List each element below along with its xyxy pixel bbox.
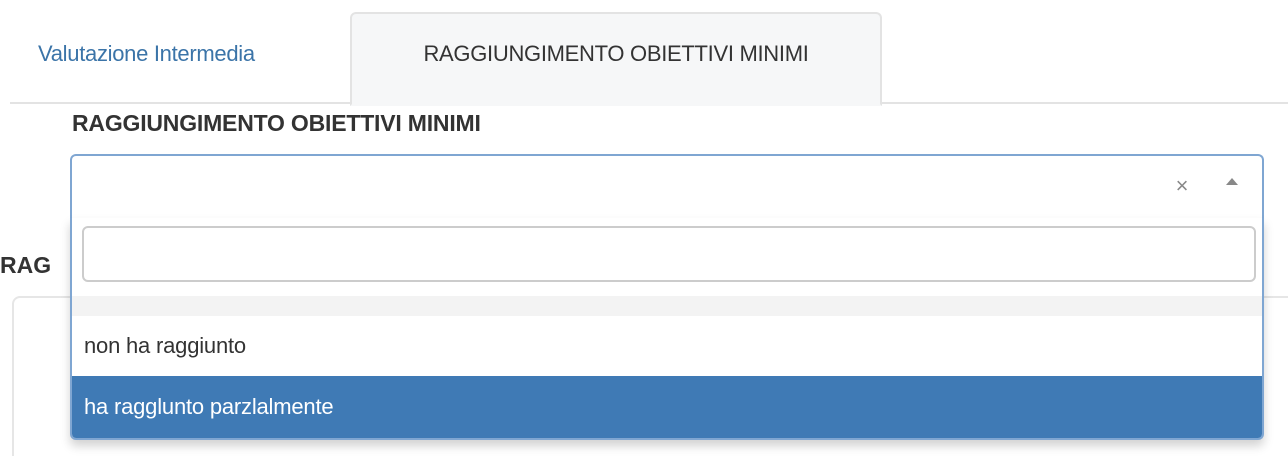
tab-bar: Valutazione Intermedia RAGGIUNGIMENTO OB… (10, 0, 1288, 106)
select-dropdown: non ha raggiunto ha ragglunto parzlalmen… (70, 218, 1264, 440)
chevron-up-icon[interactable] (1226, 178, 1238, 185)
dropdown-search-input[interactable] (82, 226, 1256, 282)
tab-raggiungimento-obiettivi-minimi[interactable]: RAGGIUNGIMENTO OBIETTIVI MINIMI (350, 12, 882, 106)
dropdown-option-ha-raggiunto-parzialmente[interactable]: ha ragglunto parzlalmente (72, 376, 1262, 438)
field-label: RAGGIUNGIMENTO OBIETTIVI MINIMI (72, 110, 481, 136)
tab-valutazione-intermedia[interactable]: Valutazione Intermedia (10, 14, 350, 94)
clear-icon[interactable]: × (1170, 174, 1194, 198)
dropdown-option-empty[interactable] (72, 296, 1262, 316)
dropdown-search-wrap (82, 226, 1256, 284)
background-section-label: RAG (0, 252, 52, 278)
page: Valutazione Intermedia RAGGIUNGIMENTO OB… (0, 0, 1288, 456)
dropdown-option-non-ha-raggiunto[interactable]: non ha raggiunto (72, 316, 1262, 376)
tab-label: Valutazione Intermedia (38, 41, 255, 66)
obiettivi-select[interactable]: × (70, 154, 1264, 220)
tab-label: RAGGIUNGIMENTO OBIETTIVI MINIMI (423, 41, 809, 66)
